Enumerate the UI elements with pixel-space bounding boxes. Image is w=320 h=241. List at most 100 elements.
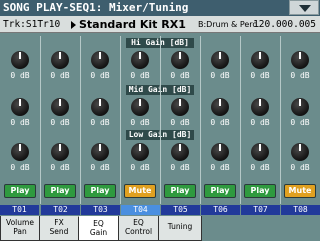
tab-tuning[interactable]: Tuning <box>158 216 202 241</box>
knob-pointer <box>99 144 101 151</box>
mute-button-t04[interactable]: Mute <box>124 184 156 198</box>
hi-gain-knob-t04[interactable] <box>131 51 149 69</box>
low-gain-knob-t06[interactable] <box>211 143 229 161</box>
knob-pointer <box>19 99 21 106</box>
hi-gain-knob-t06[interactable] <box>211 51 229 69</box>
hi-gain-value: 0 dB <box>90 71 110 80</box>
knob-pointer <box>259 99 261 106</box>
low-gain-knob-t08[interactable] <box>291 143 309 161</box>
track-label-t06[interactable]: T06 <box>201 205 240 215</box>
low-gain-value: 0 dB <box>130 163 150 172</box>
mid-gain-knob-t02[interactable] <box>51 98 69 116</box>
mid-gain-value: 0 dB <box>10 118 30 127</box>
knob-pointer <box>219 52 221 59</box>
knob-pointer <box>139 144 141 151</box>
mid-gain-value: 0 dB <box>210 118 230 127</box>
mid-gain-value: 0 dB <box>130 118 150 127</box>
knob-pointer <box>59 144 61 151</box>
tab-eq-control[interactable]: EQ Control <box>118 216 159 241</box>
program-bank: B:Drum & Perc. <box>198 20 260 29</box>
low-gain-value: 0 dB <box>50 163 70 172</box>
tab-label-line2: Send <box>49 227 69 236</box>
knob-pointer <box>99 52 101 59</box>
hi-gain-value: 0 dB <box>10 71 30 80</box>
knob-pointer <box>299 52 301 59</box>
mid-gain-knob-t07[interactable] <box>251 98 269 116</box>
mid-gain-value: 0 dB <box>90 118 110 127</box>
tab-label-line1: Tuning <box>167 222 193 231</box>
tab-label-line1: FX <box>54 218 64 227</box>
track-label-t07[interactable]: T07 <box>241 205 280 215</box>
play-button-t03[interactable]: Play <box>84 184 116 198</box>
knob-pointer <box>219 144 221 151</box>
mid-gain-knob-t01[interactable] <box>11 98 29 116</box>
mid-gain-knob-t08[interactable] <box>291 98 309 116</box>
hi-gain-value: 0 dB <box>210 71 230 80</box>
tab-label-line2: Pan <box>13 227 27 236</box>
play-button-t07[interactable]: Play <box>244 184 276 198</box>
low-gain-knob-t04[interactable] <box>131 143 149 161</box>
low-gain-value: 0 dB <box>170 163 190 172</box>
hi-gain-knob-t07[interactable] <box>251 51 269 69</box>
hi-gain-knob-t05[interactable] <box>171 51 189 69</box>
low-gain-knob-t05[interactable] <box>171 143 189 161</box>
low-gain-value: 0 dB <box>90 163 110 172</box>
play-button-t06[interactable]: Play <box>204 184 236 198</box>
play-button-t02[interactable]: Play <box>44 184 76 198</box>
tab-eq-gain[interactable]: EQ Gain <box>78 216 119 241</box>
knob-pointer <box>179 144 181 151</box>
page-title: SONG PLAY-SEQ1: Mixer/Tuning <box>3 1 189 14</box>
knob-pointer <box>99 99 101 106</box>
low-gain-knob-t03[interactable] <box>91 143 109 161</box>
hi-gain-knob-t01[interactable] <box>11 51 29 69</box>
low-gain-knob-t02[interactable] <box>51 143 69 161</box>
mid-gain-knob-t04[interactable] <box>131 98 149 116</box>
hi-gain-value: 0 dB <box>170 71 190 80</box>
mid-gain-value: 0 dB <box>290 118 310 127</box>
low-gain-value: 0 dB <box>290 163 310 172</box>
track-label-t08[interactable]: T08 <box>281 205 320 215</box>
hi-gain-knob-t02[interactable] <box>51 51 69 69</box>
track-label-t05[interactable]: T05 <box>161 205 200 215</box>
tab-label-line2: Control <box>124 227 153 236</box>
play-button-t01[interactable]: Play <box>4 184 36 198</box>
mixer-screen: SONG PLAY-SEQ1: Mixer/Tuning Trk:S1Tr10 … <box>0 0 320 241</box>
play-button-t05[interactable]: Play <box>164 184 196 198</box>
tab-label-line2: Gain <box>89 228 108 237</box>
knob-pointer <box>179 99 181 106</box>
title-bar: SONG PLAY-SEQ1: Mixer/Tuning <box>0 0 320 16</box>
low-gain-value: 0 dB <box>210 163 230 172</box>
mute-button-t08[interactable]: Mute <box>284 184 316 198</box>
low-gain-value: 0 dB <box>250 163 270 172</box>
track-label-t02[interactable]: T02 <box>41 205 80 215</box>
knob-pointer <box>139 52 141 59</box>
mid-gain-knob-t06[interactable] <box>211 98 229 116</box>
knob-pointer <box>259 144 261 151</box>
play-arrow-icon <box>71 21 76 29</box>
mid-gain-knob-t03[interactable] <box>91 98 109 116</box>
knob-pointer <box>59 99 61 106</box>
track-label-t01[interactable]: T01 <box>0 205 39 215</box>
track-label-t03[interactable]: T03 <box>81 205 120 215</box>
low-gain-value: 0 dB <box>10 163 30 172</box>
tab-label-line1: Volume <box>6 218 34 227</box>
track-label-t04[interactable]: T04 <box>121 205 160 215</box>
knob-pointer <box>219 99 221 106</box>
low-gain-knob-t01[interactable] <box>11 143 29 161</box>
low-gain-knob-t07[interactable] <box>251 143 269 161</box>
mid-gain-knob-t05[interactable] <box>171 98 189 116</box>
tab-volume-pan[interactable]: Volume Pan <box>0 216 40 241</box>
program-name[interactable]: Standard Kit RX1 <box>79 16 186 33</box>
knob-pointer <box>299 99 301 106</box>
hi-gain-knob-t03[interactable] <box>91 51 109 69</box>
knob-pointer <box>179 52 181 59</box>
tab-fx-send[interactable]: FX Send <box>39 216 79 241</box>
tab-label-line1: EQ <box>133 218 144 227</box>
tab-label-line1: EQ <box>93 219 104 228</box>
mid-gain-value: 0 dB <box>170 118 190 127</box>
knob-pointer <box>19 144 21 151</box>
hi-gain-value: 0 dB <box>250 71 270 80</box>
menu-triangle-down-icon <box>299 5 311 12</box>
page-menu-button[interactable] <box>289 0 319 15</box>
hi-gain-knob-t08[interactable] <box>291 51 309 69</box>
